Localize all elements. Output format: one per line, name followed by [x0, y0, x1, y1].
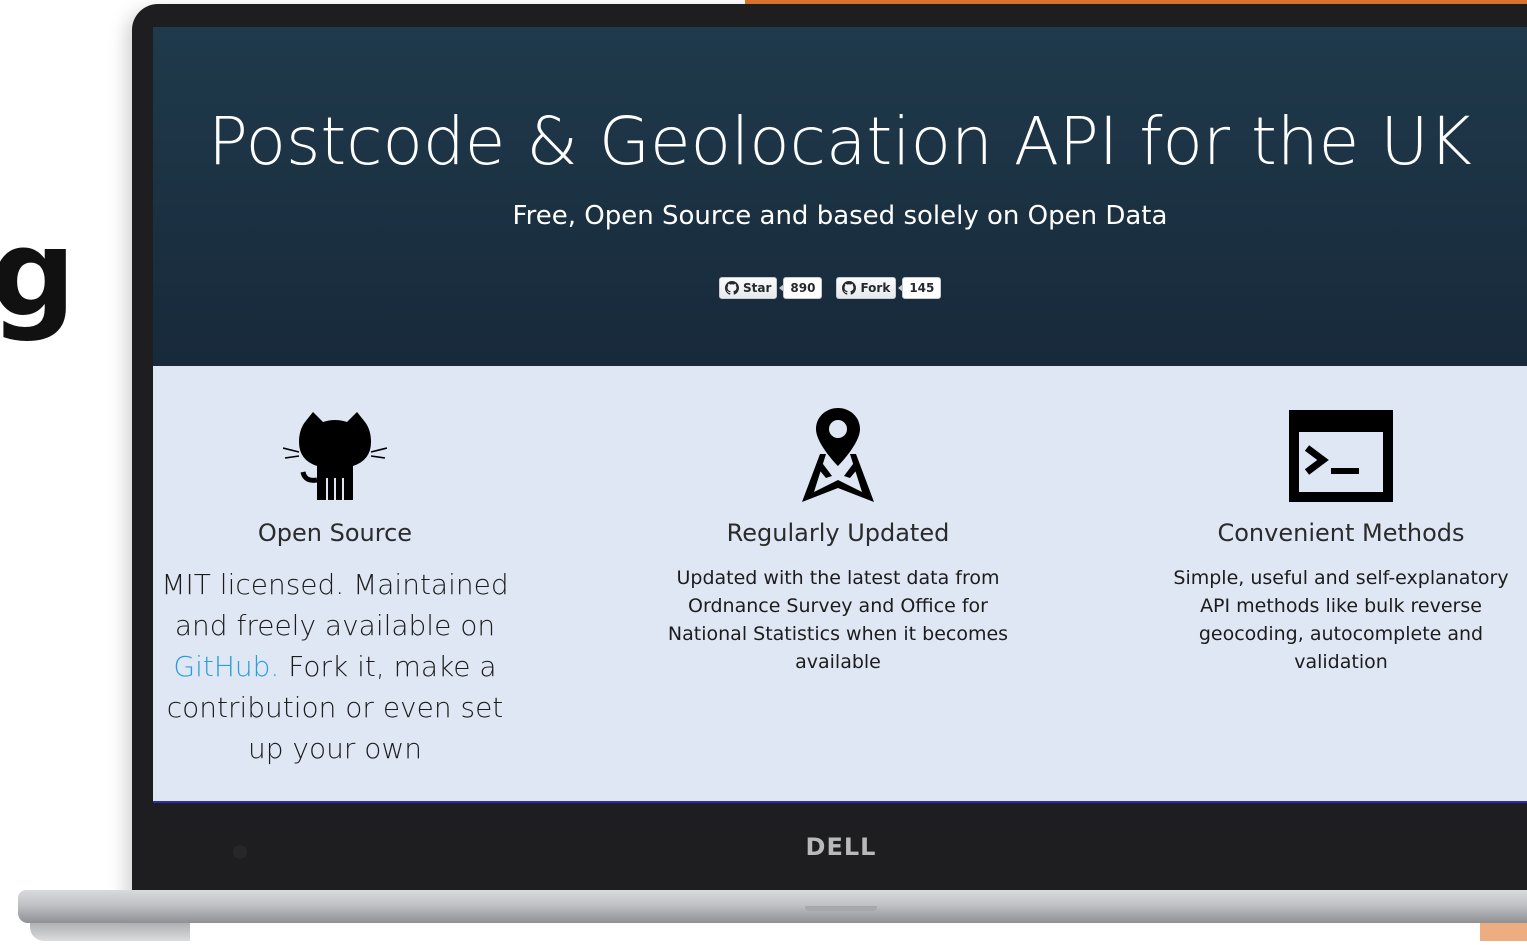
laptop-lid-lip	[805, 906, 877, 911]
laptop-foot-left	[30, 923, 190, 941]
github-fork-button[interactable]: Fork	[836, 277, 897, 299]
github-link[interactable]: GitHub.	[173, 650, 279, 683]
laptop-foot-right	[1480, 923, 1527, 941]
github-octocat-icon	[282, 408, 388, 504]
github-star-button[interactable]: Star	[719, 277, 778, 299]
map-pin-icon	[786, 408, 890, 504]
page-title: Postcode & Geolocation API for the UK	[208, 103, 1472, 180]
fork-label: Fork	[860, 281, 891, 295]
feature-description: MIT licensed. Maintained and freely avai…	[153, 564, 520, 769]
terminal-icon	[1289, 408, 1393, 504]
fork-count[interactable]: 145	[898, 277, 942, 299]
star-label: Star	[743, 281, 772, 295]
star-count[interactable]: 890	[779, 277, 823, 299]
feature-title: Regularly Updated	[726, 519, 950, 547]
laptop-screen: Postcode & Geolocation API for the UK Fr…	[153, 27, 1527, 803]
github-mark-icon	[725, 281, 739, 295]
hero-section: Postcode & Geolocation API for the UK Fr…	[153, 27, 1527, 366]
feature-description: Updated with the latest data from Ordnan…	[667, 567, 1009, 673]
star-button-group: Star 890	[719, 277, 823, 299]
github-buttons: Star 890 Fork 145	[719, 277, 942, 299]
feature-description: Simple, useful and self-explanatory API …	[1173, 567, 1509, 673]
feature-text: MIT licensed. Maintained and freely avai…	[161, 568, 509, 642]
github-mark-icon	[842, 281, 857, 295]
page-subtitle: Free, Open Source and based solely on Op…	[512, 201, 1168, 231]
dell-logo: DELL	[805, 833, 877, 861]
feature-title: Open Source	[257, 519, 413, 547]
partial-background-text: g	[0, 205, 76, 344]
feature-title: Convenient Methods	[1217, 519, 1465, 547]
laptop-base	[18, 890, 1527, 923]
fork-button-group: Fork 145	[836, 277, 942, 299]
webcam	[233, 845, 247, 859]
features-section: Open Source MIT licensed. Maintained and…	[153, 366, 1527, 803]
